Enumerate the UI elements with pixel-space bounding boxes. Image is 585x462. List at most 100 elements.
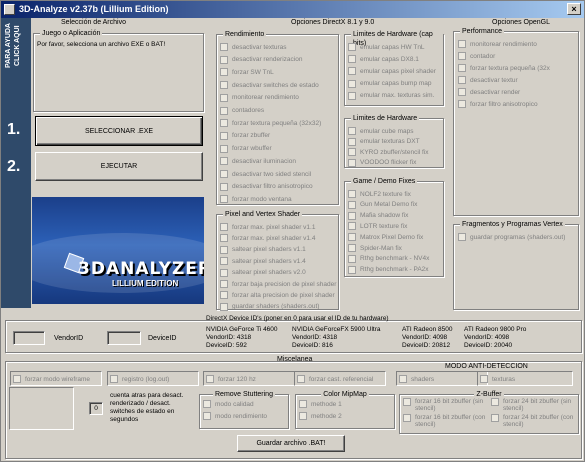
pixel-shader-checkbox-5[interactable]: forzar baja precision de pixel shader <box>220 279 336 289</box>
rendimiento-checkbox-5[interactable]: contadores <box>220 106 264 116</box>
caps-checkbox-3[interactable]: emular capas bump map <box>348 79 432 89</box>
performance-mode-checkbox[interactable]: modo rendimiento <box>203 411 267 421</box>
opengl-checkbox-2[interactable]: forzar textura pequeña (32x <box>458 63 550 73</box>
checkbox-box[interactable] <box>220 157 228 166</box>
rendimiento-checkbox-2[interactable]: forzar SW TnL <box>220 67 274 77</box>
checkbox-box[interactable] <box>220 245 228 254</box>
checkbox-box[interactable] <box>220 182 228 191</box>
checkbox-box[interactable] <box>348 222 356 231</box>
misc-option-checkbox-1[interactable]: registro (log.out) <box>110 374 169 384</box>
fragments-checkbox-0[interactable]: guardar programas (shaders.out) <box>458 232 565 242</box>
checkbox-box[interactable] <box>220 234 228 243</box>
rendimiento-checkbox-4[interactable]: monitorear rendimiento <box>220 93 299 103</box>
checkbox-box[interactable] <box>348 190 356 198</box>
checkbox-box[interactable] <box>110 375 118 383</box>
gpu-preset[interactable]: ATI Radeon 9800 Pro VendorID: 4098 DeviceI… <box>464 326 526 350</box>
run-button[interactable]: EJECUTAR <box>35 152 203 181</box>
checkbox-box[interactable] <box>403 414 411 422</box>
checkbox-box[interactable] <box>220 43 228 51</box>
opengl-checkbox-4[interactable]: desactivar render <box>458 87 520 97</box>
checkbox-box[interactable] <box>348 137 356 146</box>
checkbox-box[interactable] <box>348 254 356 263</box>
checkbox-box[interactable] <box>403 398 411 406</box>
mipmap-method-2-checkbox[interactable]: methode 2 <box>299 411 342 421</box>
checkbox-box[interactable] <box>480 375 488 383</box>
checkbox-box[interactable] <box>203 412 211 420</box>
game-fix-checkbox-3[interactable]: LOTR texture fix <box>348 221 407 231</box>
pixel-shader-checkbox-2[interactable]: saltear pixel shaders v1.1 <box>220 245 306 255</box>
checkbox-box[interactable] <box>348 211 356 220</box>
hw-limits-checkbox-1[interactable]: emular texturas DXT <box>348 137 420 147</box>
checkbox-box[interactable] <box>458 40 466 48</box>
vendor-id-input[interactable] <box>13 331 45 345</box>
checkbox-box[interactable] <box>220 302 228 311</box>
rendimiento-checkbox-12[interactable]: forzar modo ventana <box>220 194 292 204</box>
checkbox-box[interactable] <box>220 170 228 178</box>
game-fix-checkbox-1[interactable]: Gun Metal Demo fix <box>348 200 417 210</box>
checkbox-box[interactable] <box>299 400 307 408</box>
rendimiento-checkbox-8[interactable]: forzar wbuffer <box>220 144 272 154</box>
game-fix-checkbox-5[interactable]: Spider-Man fix <box>348 243 402 253</box>
checkbox-box[interactable] <box>220 257 228 266</box>
checkbox-box[interactable] <box>206 375 214 383</box>
pixel-shader-checkbox-4[interactable]: saltear pixel shaders v2.0 <box>220 268 306 278</box>
checkbox-box[interactable] <box>458 88 466 96</box>
misc-option-checkbox-2[interactable]: forzar 120 hz <box>206 374 256 384</box>
pixel-shader-checkbox-3[interactable]: saltear pixel shaders v1.4 <box>220 256 306 266</box>
checkbox-box[interactable] <box>348 79 356 88</box>
game-fix-checkbox-4[interactable]: Matrox Pixel Demo fix <box>348 232 423 242</box>
game-fix-checkbox-6[interactable]: Rthg benchmark - NV4x <box>348 254 429 264</box>
checkbox-box[interactable] <box>348 91 356 100</box>
checkbox-box[interactable] <box>220 144 228 153</box>
checkbox-box[interactable] <box>348 233 356 242</box>
help-link[interactable]: PARA AYUDA CLICK AQUI <box>4 22 28 70</box>
pixel-shader-checkbox-6[interactable]: forzar alta precision de pixel shader <box>220 290 335 300</box>
checkbox-box[interactable] <box>220 106 228 115</box>
hw-limits-checkbox-0[interactable]: emular cube maps <box>348 126 413 136</box>
zbuffer-16-nostencil-checkbox[interactable]: forzar 16 bit zbuffer (sin stencil) <box>403 398 487 412</box>
caps-checkbox-0[interactable]: emular capas HW TnL <box>348 42 425 52</box>
checkbox-box[interactable] <box>458 64 466 72</box>
opengl-checkbox-1[interactable]: contador <box>458 51 495 61</box>
misc-option-checkbox-0[interactable]: forzar modo wireframe <box>13 374 90 384</box>
game-fix-checkbox-7[interactable]: Rthg benchmark - PA2x <box>348 265 429 275</box>
rendimiento-checkbox-1[interactable]: desactivar renderizacion <box>220 55 302 65</box>
caps-checkbox-2[interactable]: emular capas pixel shader <box>348 66 436 76</box>
rendimiento-checkbox-10[interactable]: desactivar two sided stencil <box>220 169 311 179</box>
checkbox-box[interactable] <box>348 67 356 76</box>
checkbox-box[interactable] <box>13 375 21 383</box>
misc-option-checkbox-5[interactable]: texturas <box>480 374 515 384</box>
select-exe-button[interactable]: SELECCIONAR .EXE <box>35 116 203 146</box>
caps-checkbox-1[interactable]: emular capas DX8.1 <box>348 54 419 64</box>
checkbox-box[interactable] <box>220 68 228 77</box>
checkbox-box[interactable] <box>458 233 466 241</box>
checkbox-box[interactable] <box>348 148 356 156</box>
checkbox-box[interactable] <box>458 100 466 108</box>
checkbox-box[interactable] <box>220 131 228 140</box>
caps-checkbox-4[interactable]: emular max. texturas sim. <box>348 91 434 101</box>
countdown-input[interactable]: 0 <box>89 402 103 415</box>
pixel-shader-checkbox-0[interactable]: forzar max. pixel shader v1.1 <box>220 222 315 232</box>
checkbox-box[interactable] <box>299 412 307 420</box>
checkbox-box[interactable] <box>348 158 356 167</box>
gpu-preset[interactable]: NVIDIA GeForceFX 5900 Ultra VendorID: 431… <box>292 326 381 350</box>
checkbox-box[interactable] <box>348 43 356 51</box>
pixel-shader-checkbox-1[interactable]: forzar max. pixel shader v1.4 <box>220 233 315 243</box>
quality-mode-checkbox[interactable]: modo calidad <box>203 399 254 409</box>
title-bar[interactable]: 3D-Analyze v2.37b (Lillium Edition) × <box>1 1 584 18</box>
hw-limits-checkbox-2[interactable]: KYRO zbuffer/stencil fix <box>348 147 429 157</box>
gpu-preset[interactable]: ATI Radeon 8500 VendorID: 4098 DeviceID: 2… <box>402 326 452 350</box>
game-fix-checkbox-2[interactable]: Mafia shadow fix <box>348 211 408 221</box>
checkbox-box[interactable] <box>220 268 228 277</box>
rendimiento-checkbox-7[interactable]: forzar zbuffer <box>220 131 270 141</box>
checkbox-box[interactable] <box>399 375 407 383</box>
checkbox-box[interactable] <box>348 244 356 252</box>
checkbox-box[interactable] <box>348 55 356 64</box>
device-id-input[interactable] <box>107 331 141 345</box>
misc-option-checkbox-3[interactable]: forzar cast. referencial <box>297 374 373 384</box>
rendimiento-checkbox-6[interactable]: forzar textura pequeña (32x32) <box>220 118 321 128</box>
mipmap-method-1-checkbox[interactable]: methode 1 <box>299 399 342 409</box>
checkbox-box[interactable] <box>220 93 228 102</box>
checkbox-box[interactable] <box>491 414 499 422</box>
opengl-checkbox-5[interactable]: forzar filtro anisotropico <box>458 99 538 109</box>
